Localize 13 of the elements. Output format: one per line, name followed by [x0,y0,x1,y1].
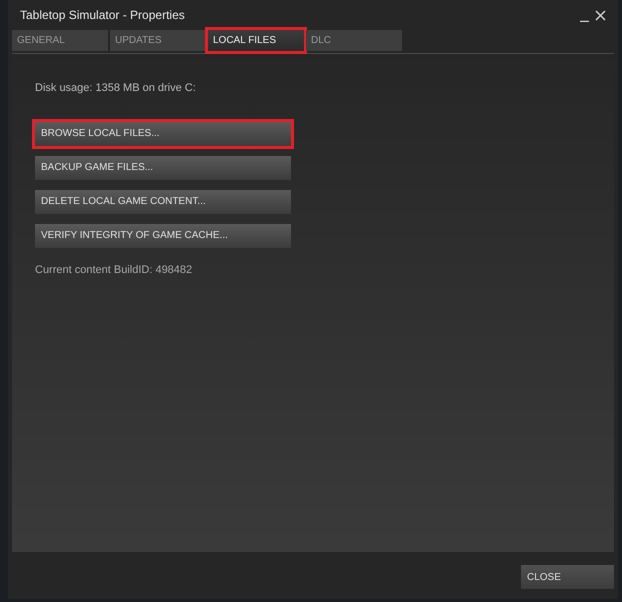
disk-usage-text: Disk usage: 1358 MB on drive C: [35,81,197,96]
action-button[interactable]: BROWSE LOCAL FILES... [35,122,291,146]
window-title: Tabletop Simulator - Properties [20,7,186,24]
tab[interactable]: LOCAL FILES [208,30,304,51]
close-icon[interactable] [595,10,606,20]
tab[interactable]: UPDATES [110,30,206,51]
action-button[interactable]: DELETE LOCAL GAME CONTENT... [35,190,291,214]
build-id-text: Current content BuildID: 498482 [35,262,194,278]
close-button[interactable]: CLOSE [521,565,614,589]
action-button[interactable]: BACKUP GAME FILES... [35,156,291,180]
tab[interactable]: GENERAL [12,30,108,51]
action-button[interactable]: VERIFY INTEGRITY OF GAME CACHE... [35,224,291,248]
tab[interactable]: DLC [306,30,402,51]
